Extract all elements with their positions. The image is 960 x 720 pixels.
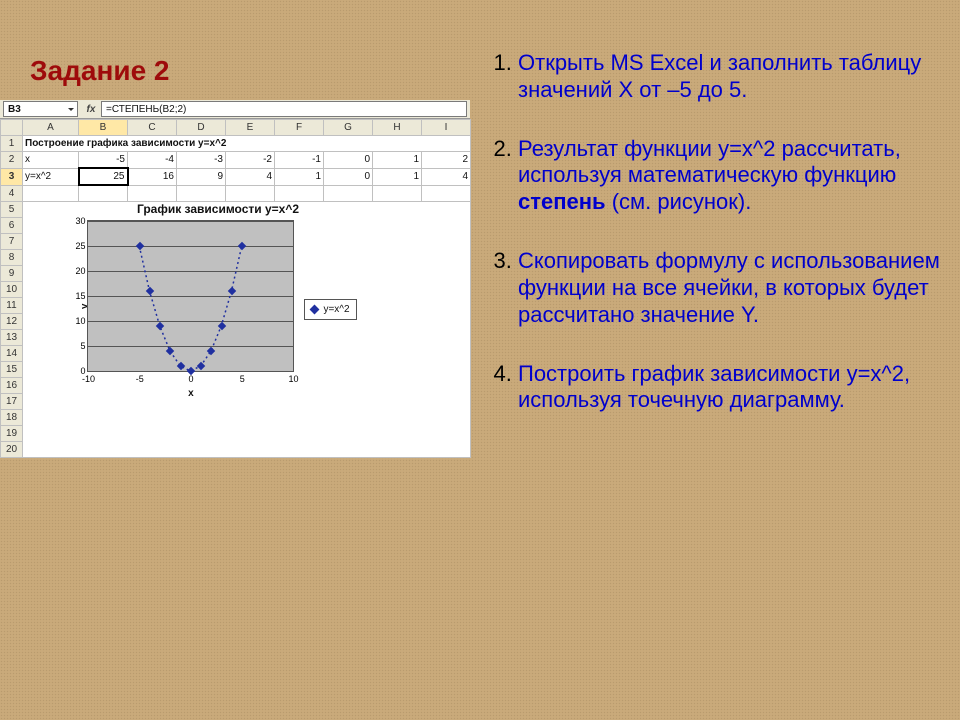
cell[interactable]: -3 <box>177 152 226 169</box>
cell[interactable]: x <box>23 152 79 169</box>
instruction-item: Результат функции y=x^2 рассчитать, испо… <box>518 136 940 216</box>
cell[interactable]: y=x^2 <box>23 168 79 185</box>
cell[interactable]: -4 <box>128 152 177 169</box>
col-header-D[interactable]: D <box>177 120 226 136</box>
chart-legend: y=x^2 <box>304 299 356 320</box>
cell[interactable] <box>23 185 79 202</box>
cell[interactable]: 4 <box>226 168 275 185</box>
chart-area: График зависимости y=x^2 y 051015202530-… <box>23 202 471 458</box>
row-header-15[interactable]: 15 <box>1 362 23 378</box>
name-box[interactable]: B3 <box>3 101 78 117</box>
row-header-10[interactable]: 10 <box>1 282 23 298</box>
cell[interactable]: 25 <box>79 168 128 185</box>
row-header-17[interactable]: 17 <box>1 394 23 410</box>
cell[interactable]: -1 <box>275 152 324 169</box>
row-header-19[interactable]: 19 <box>1 426 23 442</box>
cell[interactable] <box>324 185 373 202</box>
cell[interactable]: 1 <box>373 168 422 185</box>
cell[interactable] <box>128 185 177 202</box>
row-header-7[interactable]: 7 <box>1 234 23 250</box>
cell[interactable]: 1 <box>373 152 422 169</box>
row-header-6[interactable]: 6 <box>1 218 23 234</box>
row-header-3[interactable]: 3 <box>1 168 23 185</box>
row-header-12[interactable]: 12 <box>1 314 23 330</box>
cell[interactable]: -2 <box>226 152 275 169</box>
plot-area: 051015202530-10-50510 <box>87 220 294 372</box>
select-all[interactable] <box>1 120 23 136</box>
cell[interactable]: 9 <box>177 168 226 185</box>
cell[interactable] <box>226 185 275 202</box>
cell-title[interactable]: Построение графика зависимости y=x^2 <box>23 136 471 152</box>
legend-marker-icon <box>310 305 320 315</box>
col-header-E[interactable]: E <box>226 120 275 136</box>
task-instructions: Открыть MS Excel и заполнить таблицу зна… <box>490 50 940 446</box>
embedded-chart: График зависимости y=x^2 y 051015202530-… <box>48 202 388 432</box>
row-header-1[interactable]: 1 <box>1 136 23 152</box>
instruction-item: Построить график зависимости y=x^2, испо… <box>518 361 940 415</box>
cell[interactable]: 0 <box>324 152 373 169</box>
cell[interactable]: -5 <box>79 152 128 169</box>
instruction-item: Скопировать формулу с использованием фун… <box>518 248 940 328</box>
col-header-B[interactable]: B <box>79 120 128 136</box>
row-header-18[interactable]: 18 <box>1 410 23 426</box>
cell[interactable] <box>79 185 128 202</box>
col-header-C[interactable]: C <box>128 120 177 136</box>
row-header-9[interactable]: 9 <box>1 266 23 282</box>
cell[interactable]: 4 <box>422 168 471 185</box>
col-header-H[interactable]: H <box>373 120 422 136</box>
col-header-F[interactable]: F <box>275 120 324 136</box>
excel-screenshot: B3 fx =СТЕПЕНЬ(B2;2) ABCDEFGHI 1Построен… <box>0 100 470 458</box>
chart-title: График зависимости y=x^2 <box>137 202 299 216</box>
row-header-11[interactable]: 11 <box>1 298 23 314</box>
legend-label: y=x^2 <box>323 304 349 315</box>
spreadsheet-grid[interactable]: ABCDEFGHI 1Построение графика зависимост… <box>0 119 471 458</box>
cell[interactable] <box>422 185 471 202</box>
row-header-8[interactable]: 8 <box>1 250 23 266</box>
cell[interactable]: 16 <box>128 168 177 185</box>
col-header-G[interactable]: G <box>324 120 373 136</box>
row-header-4[interactable]: 4 <box>1 185 23 202</box>
col-header-A[interactable]: A <box>23 120 79 136</box>
fx-icon[interactable]: fx <box>81 100 101 118</box>
row-header-14[interactable]: 14 <box>1 346 23 362</box>
row-header-13[interactable]: 13 <box>1 330 23 346</box>
cell[interactable]: 0 <box>324 168 373 185</box>
col-header-I[interactable]: I <box>422 120 471 136</box>
formula-bar[interactable]: =СТЕПЕНЬ(B2;2) <box>101 101 467 117</box>
row-header-16[interactable]: 16 <box>1 378 23 394</box>
row-header-2[interactable]: 2 <box>1 152 23 169</box>
instruction-item: Открыть MS Excel и заполнить таблицу зна… <box>518 50 940 104</box>
cell[interactable]: 2 <box>422 152 471 169</box>
cell[interactable] <box>177 185 226 202</box>
row-header-5[interactable]: 5 <box>1 202 23 218</box>
formula-bar-row: B3 fx =СТЕПЕНЬ(B2;2) <box>0 100 470 119</box>
cell[interactable]: 1 <box>275 168 324 185</box>
row-header-20[interactable]: 20 <box>1 442 23 458</box>
column-headers: ABCDEFGHI <box>1 120 471 136</box>
cell[interactable] <box>373 185 422 202</box>
cell[interactable] <box>275 185 324 202</box>
x-axis-label: x <box>188 388 194 399</box>
page-title: Задание 2 <box>30 55 170 87</box>
